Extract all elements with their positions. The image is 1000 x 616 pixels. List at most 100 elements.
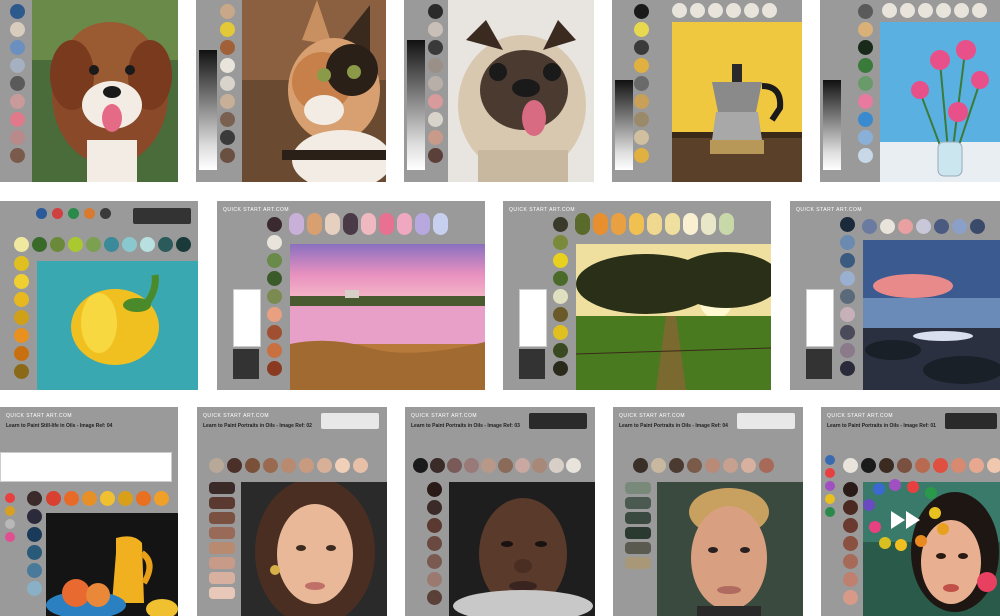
swatch [858,148,873,163]
swatch [915,458,930,473]
card-dog[interactable] [0,0,178,182]
notes-box [233,289,261,347]
swatch [625,557,651,569]
card-pink-lake[interactable]: QUICK START ART.COM [217,201,485,390]
swatch [634,22,649,37]
swatch [220,4,235,19]
swatch [840,307,855,322]
palette-column [220,4,235,163]
swatch [840,271,855,286]
swatch [840,253,855,268]
swatch [464,458,479,473]
card-sunset-trees[interactable]: QUICK START ART.COM [503,201,771,390]
swatch [665,213,680,235]
swatch [840,235,855,250]
fast-forward-icon[interactable] [884,506,928,534]
swatch [575,213,590,235]
swatch [325,213,340,235]
swatch [858,76,873,91]
swatch [762,3,777,18]
swatch [629,213,644,235]
card-still-life[interactable]: QUICK START ART.COM Learn to Paint Still… [0,407,178,616]
swatch [634,130,649,145]
palette-column [428,4,443,163]
card-portrait-02[interactable]: QUICK START ART.COM Learn to Paint Portr… [197,407,387,616]
swatch [880,219,895,234]
card-yellow-pepper[interactable] [0,201,198,390]
swatch [68,208,79,219]
portrait-blond-man-photo [657,482,803,616]
swatch [825,455,835,465]
swatch [428,94,443,109]
card-coffee-pot[interactable] [612,0,802,182]
swatch [898,219,913,234]
swatch [154,491,169,506]
notes-box [0,452,172,482]
card-portrait-04[interactable]: QUICK START ART.COM Learn to Paint Portr… [613,407,803,616]
card-pug[interactable] [404,0,594,182]
swatch [625,497,651,509]
rocky-shore-photo [863,240,1000,390]
swatch [858,22,873,37]
palette-column [427,482,442,605]
swatch [916,219,931,234]
swatch [10,94,25,109]
swatch [858,58,873,73]
swatch [840,217,855,232]
swatch [227,458,242,473]
swatch [10,130,25,145]
swatch [858,4,873,19]
swatch [951,458,966,473]
swatch [14,274,29,289]
swatch [744,3,759,18]
swatch [413,458,428,473]
card-portrait-03[interactable]: QUICK START ART.COM Learn to Paint Portr… [405,407,595,616]
swatch [50,237,65,252]
palette-column [840,217,855,376]
swatch [267,325,282,340]
swatch [220,112,235,127]
card-title: Learn to Paint Portraits in Oils - Image… [827,423,936,429]
swatch [27,581,42,596]
swatch [498,458,513,473]
swatch [100,491,115,506]
swatch [970,219,985,234]
swatch [858,94,873,109]
swatch [918,3,933,18]
palette-row [862,219,985,234]
palette-column [209,482,235,599]
card-title: Learn to Paint Portraits in Oils - Image… [619,423,728,429]
swatch [858,40,873,55]
swatch [726,3,741,18]
swatch [843,458,858,473]
swatch [843,500,858,515]
swatch [10,112,25,127]
grayscale-strip [823,80,841,170]
card-rocky-shore[interactable]: QUICK START ART.COM [790,201,1000,390]
swatch [335,458,350,473]
swatch [140,237,155,252]
swatch [361,213,376,235]
swatch [553,289,568,304]
swatch [289,213,304,235]
swatch [634,58,649,73]
swatch [27,491,42,506]
swatch [427,482,442,497]
card-flowers[interactable] [820,0,1000,182]
pepper-photo [37,261,198,390]
palette-column [825,455,835,517]
swatch [5,493,15,503]
swatch [972,3,987,18]
swatch [10,76,25,91]
notes-box [519,289,547,347]
swatch [428,112,443,127]
swatch [307,213,322,235]
swatch [593,213,608,235]
logo-badge [233,349,259,379]
logo-badge [133,208,191,224]
swatch [708,3,723,18]
swatch [220,40,235,55]
card-cat[interactable] [196,0,386,182]
palette-row [575,213,734,235]
swatch [27,509,42,524]
